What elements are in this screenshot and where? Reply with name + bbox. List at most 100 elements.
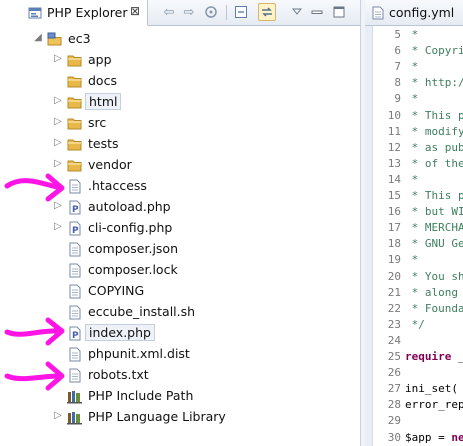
tree-label: .htaccess <box>88 178 147 193</box>
tab-config-yml[interactable]: config.yml <box>365 0 463 26</box>
close-icon[interactable]: ⊠ <box>130 4 140 18</box>
folder-icon <box>67 76 82 88</box>
code-line: * You sh <box>405 269 463 283</box>
tree-label: index.php <box>85 324 155 341</box>
line-number: 26 <box>387 366 401 380</box>
tree-item-html[interactable]: ▷ html <box>0 92 360 113</box>
explorer-tab-bar: PHP Explorer ⊠ ⇦ ⇨ <box>0 0 360 26</box>
annotation-arrow-icon <box>4 361 65 391</box>
view-menu-icon[interactable] <box>288 3 306 21</box>
tree-label: src <box>88 115 107 130</box>
tree-label: html <box>85 93 122 110</box>
code-line: * <box>405 253 419 267</box>
code-line: * of the <box>405 156 463 170</box>
svg-text:P: P <box>72 205 79 215</box>
folder-icon <box>67 139 82 151</box>
annotation-arrow-icon <box>4 317 65 346</box>
file-icon <box>69 284 81 299</box>
collapsed-arrow-icon[interactable]: ▷ <box>52 137 64 148</box>
line-number: 20 <box>387 269 401 283</box>
tree-item-tests[interactable]: ▷ tests <box>0 134 360 155</box>
annotation-arrow-icon <box>4 173 65 202</box>
tree-item-language-library[interactable]: ▷ PHP Language Library <box>0 407 360 428</box>
collapsed-arrow-icon[interactable]: ▷ <box>52 410 64 421</box>
collapsed-arrow-icon[interactable]: ▷ <box>52 53 64 64</box>
code-line: error_rep <box>405 398 463 412</box>
tree-label: robots.txt <box>88 367 149 382</box>
php-file-icon: P <box>69 200 81 215</box>
tree-item-composer-json[interactable]: composer.json <box>0 239 360 260</box>
collapsed-arrow-icon[interactable]: ▷ <box>52 158 64 169</box>
line-number: 9 <box>394 92 401 106</box>
code-line: require _ <box>405 350 463 363</box>
tab-php-explorer[interactable]: PHP Explorer ⊠ <box>0 0 148 26</box>
tree-label-root: ec3 <box>68 31 91 46</box>
tree-label: composer.json <box>88 241 179 256</box>
line-number: 16 <box>387 205 401 219</box>
line-number: 27 <box>387 382 401 396</box>
collapsed-arrow-icon[interactable]: ▷ <box>52 116 64 127</box>
code-area[interactable]: * * Copyri * * http:/ * * This p * modif… <box>405 26 463 446</box>
tree-label: app <box>88 52 112 67</box>
file-icon <box>69 368 81 383</box>
editor-tab-bar: config.yml <box>365 0 463 26</box>
tab-title: PHP Explorer <box>47 5 128 20</box>
php-file-icon: P <box>69 326 81 341</box>
code-line: * <box>405 172 419 186</box>
line-number: 25 <box>387 350 401 363</box>
tree-item-root[interactable]: ◢ ec3 <box>0 29 360 50</box>
line-number: 5 <box>394 28 401 41</box>
svg-text:P: P <box>72 226 79 236</box>
code-line: * This p <box>405 108 463 122</box>
tree-item-docs[interactable]: docs <box>0 71 360 92</box>
line-number: 12 <box>387 140 401 154</box>
file-icon <box>372 6 384 20</box>
line-number: 8 <box>394 76 401 90</box>
svg-text:P: P <box>72 331 79 341</box>
tree-item-app[interactable]: ▷ app <box>0 50 360 71</box>
code-line: * MERCHA <box>405 221 463 235</box>
tree-item-cli-config[interactable]: ▷ P cli-config.php <box>0 218 360 239</box>
tree-label: composer.lock <box>88 262 178 277</box>
line-number: 14 <box>387 172 401 186</box>
toolbar-separator <box>226 5 227 20</box>
code-line: * This p <box>405 189 463 202</box>
minimize-icon[interactable] <box>308 3 326 21</box>
tree-label: PHP Include Path <box>88 388 194 403</box>
link-with-editor-icon[interactable] <box>258 3 276 21</box>
tree-label: cli-config.php <box>88 220 173 235</box>
home-icon[interactable] <box>202 3 220 21</box>
forward-icon[interactable]: ⇨ <box>180 3 198 21</box>
collapsed-arrow-icon[interactable]: ▷ <box>52 95 64 106</box>
line-number: 29 <box>387 414 401 428</box>
tree-item-composer-lock[interactable]: composer.lock <box>0 260 360 281</box>
tree-label: tests <box>88 136 119 151</box>
php-file-icon: P <box>69 221 81 236</box>
tree-label: vendor <box>88 157 132 172</box>
maximize-icon[interactable] <box>330 3 348 21</box>
line-numbers: 5 6 7 8 9 10 11 12 13 14 15 16 17 18 19 20 21 22 23 24 25 26 2… <box>373 26 403 446</box>
library-icon <box>67 412 82 425</box>
tree-item-copying[interactable]: COPYING <box>0 281 360 302</box>
collapse-all-icon[interactable] <box>232 3 250 21</box>
tree-label: eccube_install.sh <box>88 304 196 319</box>
file-icon <box>69 242 81 257</box>
collapsed-arrow-icon[interactable]: ▷ <box>52 221 64 232</box>
code-line: * as pub <box>405 140 463 154</box>
code-line: $app = ne <box>405 430 463 444</box>
tree-item-src[interactable]: ▷ src <box>0 113 360 134</box>
php-explorer-icon <box>28 7 42 19</box>
code-line: ini_set( <box>405 382 458 396</box>
line-number: 18 <box>387 237 401 251</box>
code-line: * Founda <box>405 301 463 315</box>
folder-icon <box>67 55 82 67</box>
back-icon[interactable]: ⇦ <box>160 3 178 21</box>
code-line: */ <box>405 317 425 331</box>
editor-panel: config.yml 5 6 7 8 9 10 11 12 13 14 15 16 17 18 19 20 21… <box>365 0 463 446</box>
code-line: * along <box>405 285 458 299</box>
line-number: 13 <box>387 156 401 170</box>
editor-ruler <box>365 26 373 446</box>
file-icon <box>69 179 81 194</box>
line-number: 10 <box>387 108 401 122</box>
expanded-arrow-icon[interactable]: ◢ <box>32 32 44 43</box>
